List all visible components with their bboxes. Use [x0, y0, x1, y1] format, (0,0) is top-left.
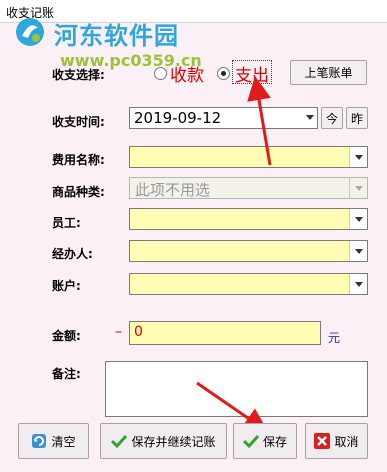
- clear-button[interactable]: 清空: [18, 423, 89, 459]
- watermark: 河东软件园 www.pc0359.cn: [0, 6, 240, 70]
- employee-combo[interactable]: [129, 208, 368, 230]
- radio-expense-label[interactable]: 支出: [235, 61, 269, 86]
- handler-combo[interactable]: [129, 240, 368, 262]
- save-continue-button[interactable]: 保存并继续记账: [100, 423, 227, 459]
- save-button[interactable]: 保存: [233, 423, 297, 459]
- yesterday-button[interactable]: 昨: [346, 107, 368, 129]
- save-button-label: 保存: [262, 434, 287, 449]
- account-combo[interactable]: [129, 273, 368, 295]
- watermark-logo-icon: [16, 18, 44, 46]
- goods-type-combo: 此项不用选: [129, 177, 368, 199]
- clear-button-label: 清空: [51, 434, 76, 449]
- save-continue-button-label: 保存并继续记账: [131, 434, 216, 449]
- handler-label: 经办人:: [52, 247, 93, 261]
- radio-expense[interactable]: [217, 67, 230, 80]
- close-icon: [314, 433, 331, 449]
- date-dropdown-icon[interactable]: [306, 115, 314, 120]
- date-value: 2019-09-12: [134, 109, 222, 127]
- expense-name-combo[interactable]: [129, 146, 368, 168]
- watermark-name: 河东软件园: [54, 22, 179, 50]
- chevron-down-icon: [349, 178, 367, 198]
- refresh-icon: [32, 434, 47, 448]
- chevron-down-icon[interactable]: [349, 147, 367, 167]
- amount-value: 0: [134, 324, 143, 340]
- check-icon: [242, 434, 259, 449]
- note-textarea[interactable]: [105, 361, 368, 417]
- date-picker[interactable]: 2019-09-12: [129, 107, 318, 129]
- account-label: 账户:: [52, 279, 81, 293]
- cancel-button[interactable]: 取消: [305, 423, 368, 459]
- type-label: 收支选择:: [52, 68, 105, 82]
- chevron-down-icon[interactable]: [349, 209, 367, 229]
- amount-sign: –: [115, 324, 122, 340]
- radio-income-label[interactable]: 收款: [170, 61, 204, 86]
- today-button[interactable]: 今: [321, 107, 343, 129]
- amount-unit: 元: [328, 331, 341, 345]
- check-icon: [111, 434, 128, 449]
- radio-income[interactable]: [154, 67, 167, 80]
- goods-type-label: 商品种类:: [52, 185, 105, 199]
- cancel-button-label: 取消: [334, 434, 359, 449]
- amount-label: 金额:: [52, 329, 81, 343]
- note-label: 备注:: [52, 367, 81, 381]
- amount-input[interactable]: 0: [129, 321, 321, 345]
- chevron-down-icon[interactable]: [349, 241, 367, 261]
- employee-label: 员工:: [52, 216, 81, 230]
- chevron-down-icon[interactable]: [349, 274, 367, 294]
- last-bill-button[interactable]: 上笔账单: [290, 60, 367, 85]
- time-label: 收支时间:: [52, 115, 105, 129]
- expense-name-label: 费用名称:: [52, 153, 105, 167]
- goods-type-value: 此项不用选: [135, 181, 211, 199]
